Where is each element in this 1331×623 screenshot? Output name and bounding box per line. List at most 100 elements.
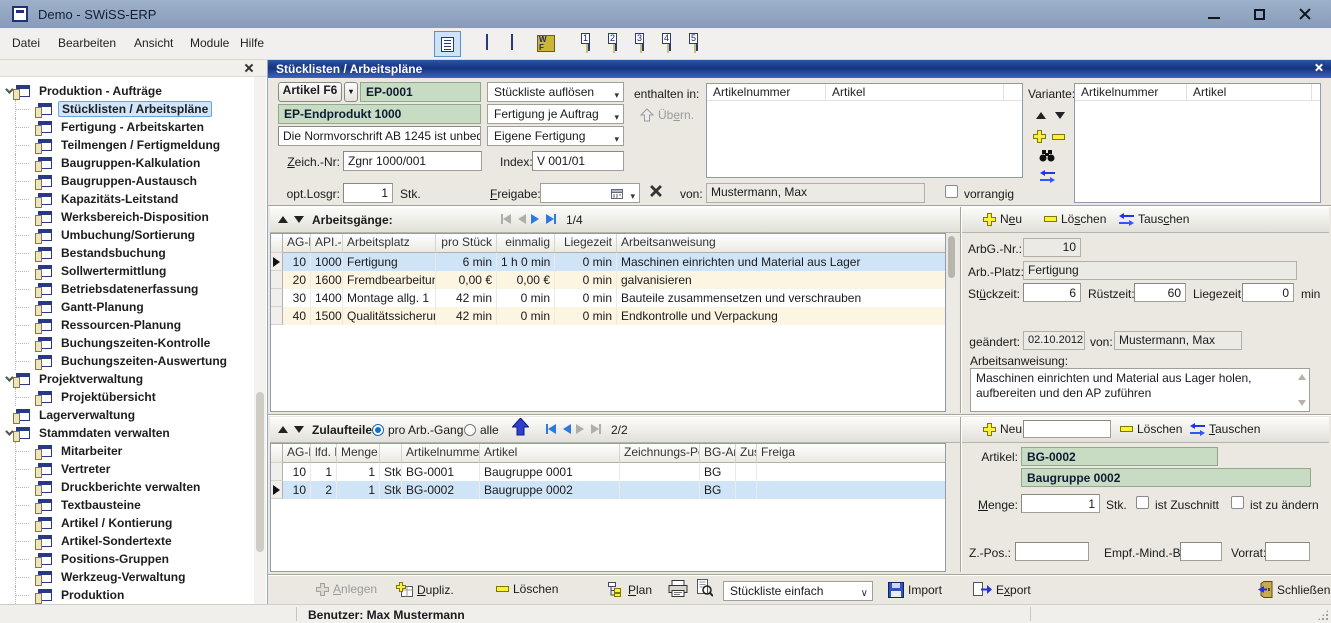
tree-item-label[interactable]: Vertreter xyxy=(58,462,113,476)
tree-item[interactable]: Produktion - Aufträge xyxy=(0,82,253,100)
artikel-dropdown-button[interactable]: ▾ xyxy=(344,82,358,102)
tree-item[interactable]: Stammdaten verwalten xyxy=(0,424,253,442)
close-button[interactable] xyxy=(1298,7,1316,25)
eigene-fertigung-select[interactable]: Eigene Fertigung▾ xyxy=(487,126,624,146)
z-pos-field[interactable] xyxy=(1015,542,1089,561)
workflow-icon[interactable]: WF xyxy=(537,35,555,52)
ag-loeschen-button[interactable]: Löschen xyxy=(1044,212,1106,226)
zl-nav-last-icon[interactable] xyxy=(591,424,601,434)
tree-item-label[interactable]: Teilmengen / Fertigmeldung xyxy=(58,138,223,152)
scroll-down-icon[interactable] xyxy=(1298,400,1306,406)
tree-item[interactable]: Artikel-Sondertexte xyxy=(0,532,253,550)
resize-grip[interactable] xyxy=(1317,609,1329,621)
panel-close-icon[interactable] xyxy=(1315,64,1323,72)
tree-item[interactable]: Betriebsdatenerfassung xyxy=(0,280,253,298)
tree-item-label[interactable]: Fertigung - Arbeitskarten xyxy=(58,120,207,134)
stueckliste-aufloesen-select[interactable]: Stückliste auflösen▾ xyxy=(487,82,624,102)
zl-neu-button[interactable]: Neu xyxy=(983,422,1022,436)
geaendert-von-field[interactable]: Mustermann, Max xyxy=(1114,331,1242,350)
ag-nav-prev-icon[interactable] xyxy=(518,214,526,224)
tree-item[interactable]: Baugruppen-Austausch xyxy=(0,172,253,190)
column-header[interactable]: API.-Nr. xyxy=(311,234,343,253)
vorrangig-checkbox[interactable] xyxy=(945,185,958,198)
column-header[interactable]: Freiga xyxy=(757,444,946,463)
tree-item-label[interactable]: Produktion - Aufträge xyxy=(36,84,165,98)
tree-item[interactable]: Sollwertermittlung xyxy=(0,262,253,280)
zl-nav-next-icon[interactable] xyxy=(576,424,584,434)
column-header[interactable]: BG-Art xyxy=(700,444,736,463)
table-row[interactable]: 1021Stk.BG-0002Baugruppe 0002BG xyxy=(271,481,945,499)
ag-scrollbar-thumb[interactable] xyxy=(948,236,955,278)
table-row[interactable]: 401500Qualitätssicherung42 min0 min0 min… xyxy=(271,307,945,325)
tree-item-label[interactable]: Stücklisten / Arbeitspläne xyxy=(58,101,212,117)
column-header[interactable]: Artikel xyxy=(480,444,620,463)
index-field[interactable]: V 001/01 xyxy=(532,151,624,171)
add-variante-icon[interactable] xyxy=(1033,130,1046,143)
tree-item[interactable]: Ressourcen-Planung xyxy=(0,316,253,334)
tree-item[interactable]: Teilmengen / Fertigmeldung xyxy=(0,136,253,154)
tree-item-label[interactable]: Werksbereich-Disposition xyxy=(58,210,212,224)
window-5-icon[interactable]: 5 xyxy=(696,35,698,51)
duplizieren-button[interactable]: Dupliz. xyxy=(396,582,454,597)
tree-item-label[interactable]: Bestandsbuchung xyxy=(58,246,169,260)
tree-item-label[interactable]: Lagerverwaltung xyxy=(36,408,138,422)
zl-artikelname-field[interactable]: Baugruppe 0002 xyxy=(1021,468,1311,487)
table-row[interactable]: 301400Montage allg. 142 min0 min0 minBau… xyxy=(271,289,945,307)
tree-item-label[interactable]: Gantt-Planung xyxy=(58,300,147,314)
zl-neu-input[interactable] xyxy=(1023,420,1111,438)
tree-item-label[interactable]: Projektübersicht xyxy=(58,390,159,404)
tree-item-label[interactable]: Textbausteine xyxy=(58,498,144,512)
radio-alle-label[interactable]: alle xyxy=(480,423,499,437)
tree-item-label[interactable]: Positions-Gruppen xyxy=(58,552,172,566)
tree-item-label[interactable]: Werkzeug-Verwaltung xyxy=(58,570,188,584)
window-4-icon[interactable]: 4 xyxy=(669,35,671,51)
schliessen-button[interactable]: Schließen xyxy=(1256,581,1330,598)
tree-item-label[interactable]: Buchungszeiten-Kontrolle xyxy=(58,336,213,350)
artikel-f6-button[interactable]: Artikel F6 xyxy=(278,82,342,102)
tree-item[interactable]: Stücklisten / Arbeitspläne xyxy=(0,100,253,118)
arbeitsanweisung-textarea[interactable]: Maschinen einrichten und Material aus La… xyxy=(970,368,1310,412)
import-button[interactable]: Import xyxy=(888,582,942,598)
table-row[interactable]: 101000Fertigung6 min1 h 0 min0 minMaschi… xyxy=(271,253,945,271)
goto-parent-arrow-icon[interactable] xyxy=(512,418,529,436)
tree-item[interactable]: Buchungszeiten-Auswertung xyxy=(0,352,253,370)
tree-item-label[interactable]: Kapazitäts-Leitstand xyxy=(58,192,181,206)
vorrat-field[interactable] xyxy=(1265,542,1310,561)
tree-item-label[interactable]: Artikel-Sondertexte xyxy=(58,534,175,548)
ag-neu-button[interactable]: Neu xyxy=(983,212,1022,226)
variante-up-icon[interactable] xyxy=(1036,112,1046,119)
swap-variante-icon[interactable] xyxy=(1040,170,1055,183)
tree-item-label[interactable]: Mitarbeiter xyxy=(58,444,125,458)
tree-item[interactable]: Gantt-Planung xyxy=(0,298,253,316)
column-header[interactable]: Zus. xyxy=(736,444,757,463)
ist-zuschnitt-label[interactable]: ist Zuschnitt xyxy=(1155,498,1219,512)
tree-item-label[interactable]: Umbuchung/Sortierung xyxy=(58,228,198,242)
scroll-up-icon[interactable] xyxy=(1298,374,1306,380)
column-header[interactable]: Zeichnungs-Pos. xyxy=(620,444,700,463)
column-header[interactable]: Artikelnummer xyxy=(402,444,480,463)
window-1-icon[interactable]: 1 xyxy=(588,35,590,51)
column-header[interactable]: AG-Nr. xyxy=(283,444,311,463)
geaendert-field[interactable]: 02.10.2012 xyxy=(1023,331,1085,350)
tree-item-label[interactable]: Stammdaten verwalten xyxy=(36,426,173,440)
tree-item[interactable]: Produktion xyxy=(0,586,253,604)
tree-item[interactable]: Buchungszeiten-Kontrolle xyxy=(0,334,253,352)
tree-item-label[interactable]: Sollwertermittlung xyxy=(58,264,169,278)
tree-item[interactable]: Werkzeug-Verwaltung xyxy=(0,568,253,586)
tree-item-label[interactable]: Baugruppen-Kalkulation xyxy=(58,156,203,170)
enthalten-in-list[interactable]: Artikelnummer Artikel xyxy=(706,83,1023,178)
tree-item[interactable]: Projektverwaltung xyxy=(0,370,253,388)
plan-button[interactable]: Plan xyxy=(608,582,652,597)
ag-nav-next-icon[interactable] xyxy=(531,214,539,224)
artikelnummer-field[interactable]: EP-0001 xyxy=(360,82,481,102)
column-header[interactable]: Arbeitsanweisung xyxy=(617,234,946,253)
export-button[interactable]: Export xyxy=(973,582,1031,597)
tree-item-label[interactable]: Ressourcen-Planung xyxy=(58,318,184,332)
tree-item-label[interactable]: Artikel / Kontierung xyxy=(58,516,175,530)
tree-item[interactable]: Werksbereich-Disposition xyxy=(0,208,253,226)
ruestzeit-field[interactable]: 60 xyxy=(1134,283,1186,302)
tree-item-label[interactable]: Produktion xyxy=(58,588,127,602)
tree-panel-close-icon[interactable] xyxy=(245,64,253,72)
zl-nav-prev-icon[interactable] xyxy=(563,424,571,434)
tree-item[interactable]: Artikel / Kontierung xyxy=(0,514,253,532)
